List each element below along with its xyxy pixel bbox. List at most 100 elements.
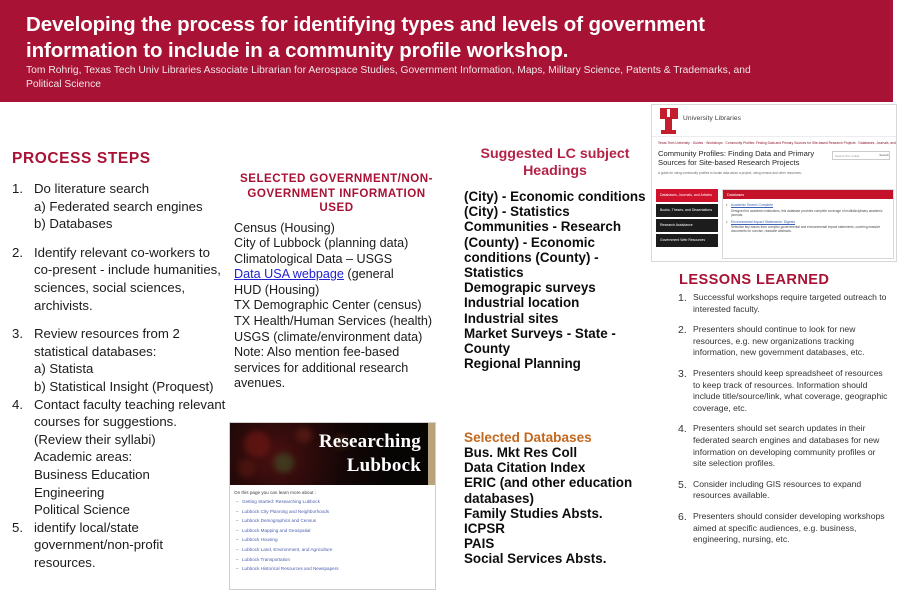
bokeh-light-icon (244, 431, 270, 457)
gov-info-line: City of Lubbock (planning data) (234, 236, 409, 251)
texas-tech-double-t-icon (658, 108, 680, 134)
lc-heading-item: Regional Planning (464, 356, 581, 372)
lesson-number: 2. (678, 324, 687, 337)
lubbock-link-item[interactable]: Lubbock Mapping and Geospatial (236, 526, 431, 536)
database-item: Family Studies Absts. (464, 505, 603, 521)
gov-info-section: SELECTED GOVERNMENT/NON-GOVERNMENT INFOR… (234, 172, 439, 392)
guide-database-link[interactable]: Academic Search Complete (731, 203, 888, 207)
lc-headings-section: Suggested LC subject Headings (City) - E… (464, 146, 646, 371)
process-step: 3. Review resources from 2 statistical da… (12, 325, 227, 395)
gov-info-line: Note: Also mention fee-based services fo… (234, 345, 409, 391)
gov-info-line: TX Demographic Center (census) (234, 298, 422, 313)
lesson-text: Presenters should keep spreadsheet of re… (693, 367, 888, 413)
lesson-text: Presenters should continue to look for n… (693, 324, 865, 358)
lubbock-link-item[interactable]: Lubbock Historical Resources and Newspap… (236, 564, 431, 574)
process-step: 1. Do literature search a) Federated searc… (12, 180, 227, 233)
gov-info-line: Census (Housing) (234, 220, 335, 235)
database-item: ICPSR (464, 521, 505, 537)
process-step-line: Review resources from 2 statistical data… (34, 326, 180, 359)
lesson-text: Consider including GIS resources to expa… (693, 478, 862, 501)
lesson-text: Presenters should consider developing wo… (693, 510, 885, 545)
process-step-line: a) Statista (34, 361, 94, 377)
lubbock-link-item[interactable]: Lubbock City Planning and Neighborhoods (236, 507, 431, 517)
guide-nav-item[interactable]: Databases, Journals, and Articles (656, 189, 718, 202)
lubbock-link-item[interactable]: Lubbock Housing (236, 535, 431, 545)
gov-info-line: TX Health/Human Services (health) (234, 314, 433, 329)
researching-lubbock-screenshot: Researching Lubbock On this page you can… (229, 422, 436, 590)
poster-authors: Tom Rohrig, Texas Tech Univ Libraries As… (26, 65, 751, 90)
database-item: Social Services Absts. (464, 551, 607, 567)
process-step-text: Review resources from 2 statistical data… (34, 325, 227, 395)
gov-info-heading: SELECTED GOVERNMENT/NON-GOVERNMENT INFOR… (240, 172, 433, 214)
guide-nav-item[interactable]: Government Web Resources (656, 234, 718, 247)
process-step-number: 1. (12, 181, 23, 196)
guide-panel-header: Databases (723, 190, 893, 199)
lc-heading-item: Market Surveys - State - County (464, 325, 616, 357)
lc-heading-item: Demograpic surveys (464, 280, 596, 296)
lubbock-link-item[interactable]: Lubbock Transportation (236, 555, 431, 565)
database-item: PAIS (464, 536, 495, 552)
guide-description: A guide for using community profiles to … (658, 171, 802, 175)
lesson-number: 4. (678, 423, 687, 436)
databases-list: Bus. Mkt Res Coll Data Citation Index ERIC… (464, 445, 654, 567)
database-item: Data Citation Index (464, 460, 586, 476)
lesson-number: 1. (678, 292, 687, 304)
guide-nav-item[interactable]: Books, Theses, and Dissertations (656, 204, 718, 217)
bokeh-light-icon (238, 459, 256, 477)
process-step-number: 5. (12, 519, 23, 535)
databases-heading: Selected Databases (464, 430, 592, 445)
lc-heading-item: (County) - Economic conditions (County) … (464, 234, 599, 281)
lc-heading-item: Communities - Research (464, 219, 622, 235)
process-step-number: 2. (12, 244, 23, 260)
process-step-line: a) Federated search engines (34, 198, 203, 214)
guide-header-bar: University Libraries (652, 105, 896, 137)
lesson-item: 5. Consider including GIS resources to ex… (678, 479, 890, 502)
poster-header: Developing the process for identifying t… (0, 0, 893, 102)
process-step-number: 3. (12, 326, 23, 342)
lubbock-link-item[interactable]: Lubbock Land, Environment, and Agricultu… (236, 545, 431, 555)
database-item: Bus. Mkt Res Coll (464, 445, 578, 460)
lesson-number: 5. (678, 478, 687, 491)
lesson-text: Successful workshops require targeted ou… (693, 292, 887, 314)
guide-panel-entries: Academic Search CompleteDesigned for aca… (723, 199, 893, 233)
process-step-text: Contact faculty teaching relevant course… (34, 396, 227, 519)
gov-info-line: HUD (Housing) (234, 282, 320, 297)
lubbock-banner-title-line2: Lubbock (346, 455, 421, 476)
guide-database-link[interactable]: Environmental Impact Statements: Digests (731, 220, 888, 224)
gov-info-list: Census (Housing) City of Lubbock (plannin… (234, 221, 439, 393)
process-step-text: Identify relevant co-workers to co-prese… (34, 244, 227, 314)
lesson-item: 1. Successful workshops require targeted … (678, 292, 890, 315)
lc-headings-title: Suggested LC subject Headings (480, 146, 630, 179)
lesson-number: 3. (678, 367, 687, 380)
lubbock-link-item[interactable]: Lubbock Demographics and Census (236, 516, 431, 526)
database-item: ERIC (and other education databases) (464, 475, 633, 506)
guide-nav-item[interactable]: Research Assistance (656, 219, 718, 232)
process-step-text: identify local/state government/non-prof… (34, 519, 227, 572)
process-step-line: identify local/state government/non-prof… (34, 519, 164, 570)
guide-content-panel: Databases Academic Search CompleteDesign… (722, 189, 894, 259)
lubbock-link-list: Getting Started: Researching LubbockLubb… (230, 496, 435, 574)
gov-info-line: Data USA webpage (general (234, 267, 439, 283)
process-step-line: Identify relevant co-workers to co-prese… (34, 244, 221, 313)
process-step-line: Do literature search (34, 181, 150, 196)
guide-database-description: Designed for academic institutions, this… (731, 208, 883, 217)
guide-page-title: Community Profiles: Finding Data and Pri… (658, 149, 815, 168)
process-steps-section: PROCESS STEPS 1. Do literature search a) F… (12, 150, 227, 571)
data-usa-link[interactable]: Data USA webpage (234, 267, 344, 281)
lubbock-banner-image: Researching Lubbock (230, 423, 435, 485)
banner-edge-strip (428, 423, 435, 485)
process-step-line: Academic areas: (34, 449, 133, 465)
guide-breadcrumb[interactable]: Texas Tech University · Guides · Worksho… (658, 141, 896, 145)
lesson-item: 6. Presenters should consider developing … (678, 511, 890, 546)
guide-logo-label: University Libraries (683, 115, 742, 122)
lesson-item: 3. Presenters should keep spreadsheet of … (678, 368, 890, 414)
lc-heading-item: Industrial location (464, 295, 580, 311)
lubbock-link-item[interactable]: Getting Started: Researching Lubbock (236, 497, 431, 507)
guide-search-button[interactable]: Search (879, 153, 889, 157)
guide-panel-entry: Environmental Impact Statements: Digests… (726, 219, 888, 233)
lc-heading-item: (City) - Statistics (464, 204, 570, 220)
gov-info-line-suffix: (general (343, 267, 394, 282)
lc-heading-item: (City) - Economic conditions (464, 189, 646, 204)
